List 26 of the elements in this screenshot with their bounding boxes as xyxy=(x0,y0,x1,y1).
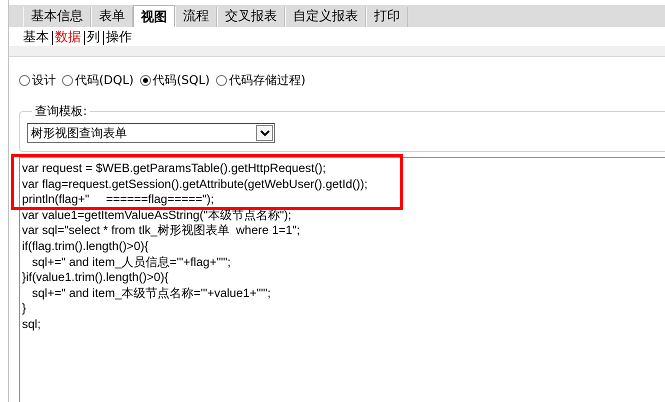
radio-button[interactable] xyxy=(140,75,151,86)
code-line: println(flag+" ======flag====="); xyxy=(22,192,215,208)
code-line: sql; xyxy=(22,316,42,333)
sub-tab[interactable]: 数据 xyxy=(53,31,85,45)
dropdown-value: 树形视图查询表单 xyxy=(30,124,128,142)
radio-label[interactable]: 代码(SQL) xyxy=(152,72,210,89)
code-line: } xyxy=(22,301,28,317)
template-dropdown[interactable]: 树形视图查询表单 xyxy=(27,123,275,143)
radio-button[interactable] xyxy=(62,75,73,86)
code-line: sql+=" and item_人员信息='"+flag+"'"; xyxy=(31,254,232,270)
code-line: }if(value1.trim().length()>0){ xyxy=(22,270,170,286)
code-line: var sql="select * from tlk_树形视图表单 where 1=1"; xyxy=(22,223,301,239)
sub-tab[interactable]: 基本 xyxy=(23,31,53,45)
query-template-label: 查询模板: xyxy=(34,103,88,120)
radio-button[interactable] xyxy=(19,75,30,86)
radio-label[interactable]: 代码(DQL) xyxy=(75,72,134,89)
tab[interactable]: 视图 xyxy=(133,5,175,27)
radio-label[interactable]: 代码存储过程) xyxy=(228,72,306,89)
sub-tab[interactable]: 操作 xyxy=(104,31,135,45)
code-line: sql+=" and item_本级节点名称='"+value1+"'"; xyxy=(31,286,272,302)
sub-tab[interactable]: 列 xyxy=(85,31,104,45)
code-line: if(flag.trim().length()>0){ xyxy=(22,238,150,255)
code-line: var flag=request.getSession().getAttribute(getWebUser().getId()); xyxy=(22,176,369,192)
radio-button[interactable] xyxy=(216,75,227,86)
code-line: var request = $WEB.getParamsTable().getHttpRequest(); xyxy=(22,161,327,177)
radio-label[interactable]: 设计 xyxy=(32,72,56,89)
